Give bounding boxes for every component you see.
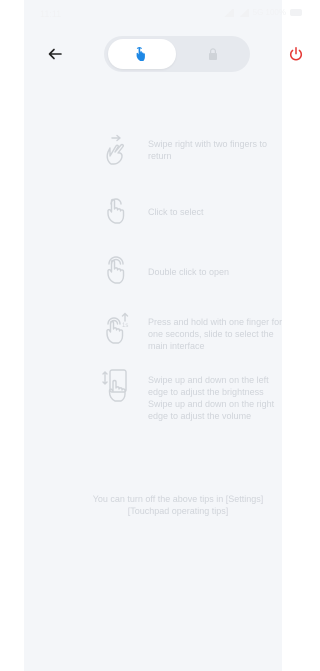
tip-text: Swipe up and down on the left edge to ad… [148, 375, 275, 421]
touch-hand-icon [136, 46, 145, 61]
power-button[interactable] [286, 44, 306, 64]
phone-screen: 11:11 5G 100% Swipe right with two finge… [0, 0, 308, 671]
status-right-text: 5G 100% [252, 8, 286, 17]
signal-icon-2 [237, 8, 249, 17]
tip-text: Press and hold with one finger for one s… [148, 317, 283, 351]
status-bar: 11:11 5G 100% [0, 0, 308, 28]
press-hold-icon: 1s [106, 312, 128, 344]
tip-text: Swipe right with two fingers to return [148, 139, 268, 161]
tip-text: Click to select [148, 207, 204, 217]
mode-switch [104, 36, 250, 72]
battery-icon [290, 9, 302, 16]
lock-icon [209, 48, 217, 60]
tap-icon [107, 198, 125, 224]
swipe-right-two-fingers-icon [106, 134, 124, 165]
svg-text:1s: 1s [122, 323, 128, 329]
tip-text: Double click to open [148, 267, 230, 277]
double-tap-icon [107, 256, 125, 284]
back-button[interactable] [45, 44, 65, 64]
lock-mode-tab[interactable] [180, 39, 246, 69]
signal-icon [222, 8, 234, 17]
status-indicators: 5G 100% [222, 8, 302, 17]
power-icon [290, 47, 302, 61]
status-time: 11:11 [40, 9, 62, 19]
footer-note: You can turn off the above tips in [Sett… [92, 494, 264, 516]
swipe-up-down-edge-icon [102, 369, 127, 402]
touchpad-mode-tab[interactable] [108, 39, 176, 69]
back-arrow-icon [48, 48, 62, 60]
